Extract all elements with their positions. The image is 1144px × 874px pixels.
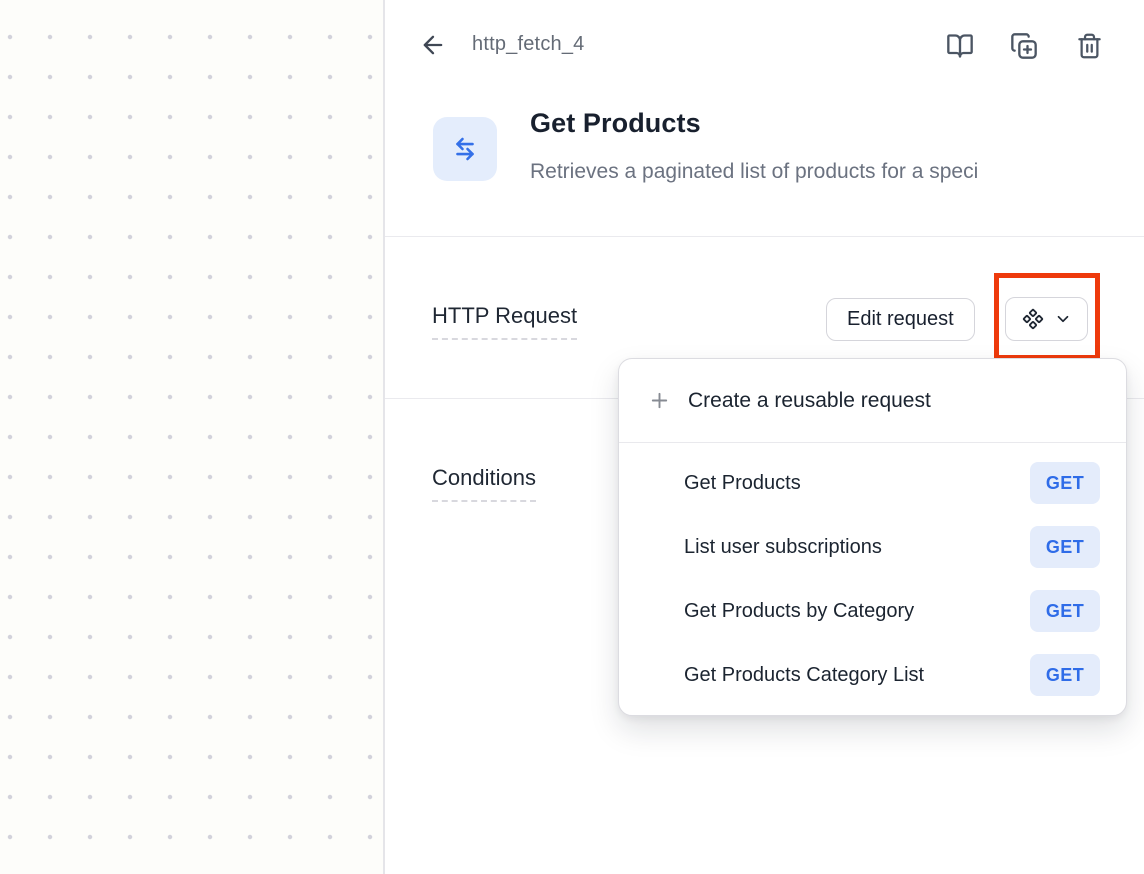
menu-item-label: Get Products <box>684 472 801 495</box>
app: http_fetch_4 <box>0 0 1144 874</box>
reusable-request-dropdown-button[interactable] <box>1005 297 1088 341</box>
delete-button[interactable] <box>1074 30 1104 62</box>
node-id: http_fetch_4 <box>472 33 585 56</box>
method-badge: GET <box>1030 462 1100 504</box>
menu-item-request[interactable]: List user subscriptions GET <box>619 515 1126 579</box>
component-icon <box>1022 308 1044 330</box>
http-request-label[interactable]: HTTP Request <box>432 303 577 340</box>
method-badge: GET <box>1030 590 1100 632</box>
conditions-label[interactable]: Conditions <box>432 465 536 502</box>
book-open-icon <box>946 32 974 60</box>
copy-plus-icon <box>1010 32 1038 60</box>
duplicate-button[interactable] <box>1008 30 1040 62</box>
menu-item-request[interactable]: Get Products by Category GET <box>619 579 1126 643</box>
menu-list: Get Products GET List user subscriptions… <box>619 443 1126 715</box>
arrow-left-icon <box>419 31 447 59</box>
node-title: Get Products <box>530 108 701 139</box>
trash-icon <box>1076 32 1103 60</box>
menu-item-label: Create a reusable request <box>688 389 931 413</box>
node-description: Retrieves a paginated list of products f… <box>530 160 1130 184</box>
swap-arrows-icon <box>450 134 480 164</box>
reusable-request-menu: Create a reusable request Get Products G… <box>618 358 1127 716</box>
method-badge: GET <box>1030 526 1100 568</box>
docs-button[interactable] <box>944 30 976 62</box>
workflow-canvas[interactable] <box>0 0 385 874</box>
node-details-panel: http_fetch_4 <box>385 0 1144 874</box>
menu-item-label: Get Products Category List <box>684 664 924 687</box>
menu-item-label: Get Products by Category <box>684 600 914 623</box>
menu-item-label: List user subscriptions <box>684 536 882 559</box>
menu-item-request[interactable]: Get Products Category List GET <box>619 643 1126 707</box>
back-button[interactable] <box>418 30 448 60</box>
edit-request-button[interactable]: Edit request <box>826 298 975 341</box>
method-badge: GET <box>1030 654 1100 696</box>
divider <box>385 236 1144 237</box>
node-type-tile <box>433 117 497 181</box>
menu-item-create-reusable-request[interactable]: Create a reusable request <box>619 359 1126 442</box>
chevron-down-icon <box>1054 310 1072 328</box>
menu-item-request[interactable]: Get Products GET <box>619 451 1126 515</box>
plus-icon <box>648 389 671 412</box>
